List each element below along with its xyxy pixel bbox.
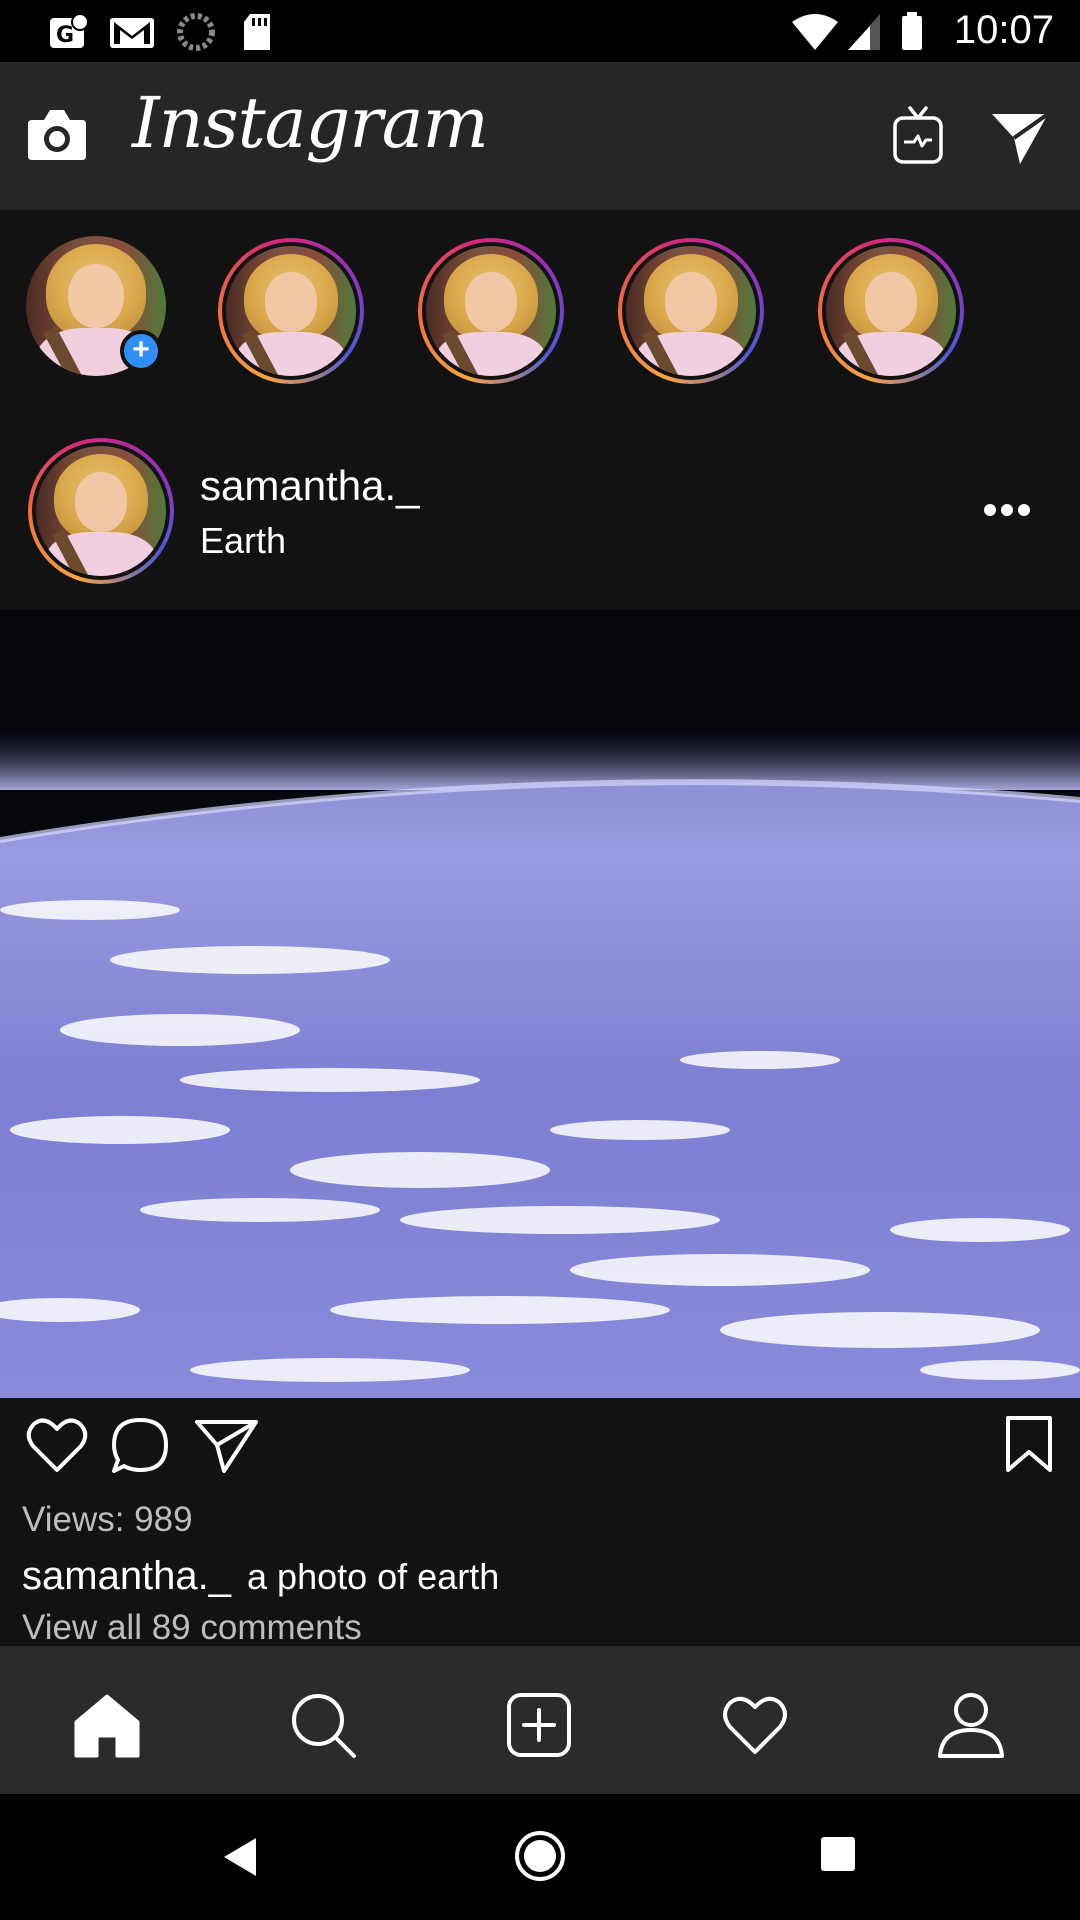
- caption-text: a photo of earth: [247, 1556, 500, 1597]
- post-author-avatar[interactable]: [28, 438, 174, 584]
- activity-heart-icon[interactable]: [720, 1690, 790, 1760]
- story-item[interactable]: [218, 238, 364, 384]
- post-username[interactable]: samantha._: [200, 462, 419, 510]
- battery-icon: [902, 12, 922, 50]
- home-button-icon[interactable]: [514, 1830, 566, 1882]
- comment-icon[interactable]: [110, 1416, 170, 1476]
- app-title: Instagram: [132, 82, 489, 164]
- svg-text:G: G: [56, 23, 74, 48]
- more-options-icon[interactable]: [972, 490, 1042, 530]
- avatar: [36, 446, 166, 576]
- like-heart-icon[interactable]: [26, 1416, 88, 1474]
- earth-photo: [0, 610, 1080, 1398]
- story-item[interactable]: [618, 238, 764, 384]
- post-actions: Views: 989 samantha._ a photo of earth Vi…: [0, 1398, 1080, 1648]
- post-location[interactable]: Earth: [200, 520, 286, 562]
- avatar: [626, 246, 756, 376]
- caption-username[interactable]: samantha._: [22, 1554, 231, 1598]
- wifi-icon: [792, 14, 838, 50]
- stories-tray: [0, 210, 1080, 410]
- google-fit-icon: G: [50, 13, 89, 48]
- views-count: Views: 989: [22, 1500, 193, 1539]
- post-header: samantha._ Earth: [0, 410, 1080, 610]
- camera-icon[interactable]: [26, 106, 88, 162]
- sync-icon: [177, 13, 215, 51]
- profile-icon[interactable]: [936, 1690, 1006, 1760]
- add-post-icon[interactable]: [504, 1690, 574, 1760]
- search-icon[interactable]: [288, 1690, 358, 1760]
- igtv-icon[interactable]: [892, 104, 944, 166]
- system-nav-bar: [0, 1794, 1080, 1920]
- add-story-badge[interactable]: +: [120, 330, 162, 372]
- direct-message-icon[interactable]: [990, 110, 1050, 166]
- status-bar: G 10:07: [0, 0, 1080, 62]
- avatar: [426, 246, 556, 376]
- post-image[interactable]: [0, 610, 1080, 1398]
- sd-card-icon: [244, 14, 270, 50]
- app-header: Instagram: [0, 62, 1080, 210]
- signal-icon: [848, 14, 880, 50]
- avatar: [226, 246, 356, 376]
- back-icon[interactable]: [220, 1834, 260, 1880]
- gmail-icon: [110, 18, 154, 48]
- avatar: [826, 246, 956, 376]
- story-item[interactable]: [418, 238, 564, 384]
- bookmark-icon[interactable]: [1004, 1414, 1054, 1474]
- recents-icon[interactable]: [818, 1834, 858, 1874]
- view-comments-link[interactable]: View all 89 comments: [22, 1608, 362, 1648]
- status-time: 10:07: [953, 8, 1054, 52]
- bottom-nav: [0, 1646, 1080, 1794]
- caption: samantha._ a photo of earth: [22, 1554, 499, 1599]
- home-icon[interactable]: [72, 1690, 142, 1760]
- share-icon[interactable]: [194, 1418, 260, 1474]
- story-item[interactable]: [818, 238, 964, 384]
